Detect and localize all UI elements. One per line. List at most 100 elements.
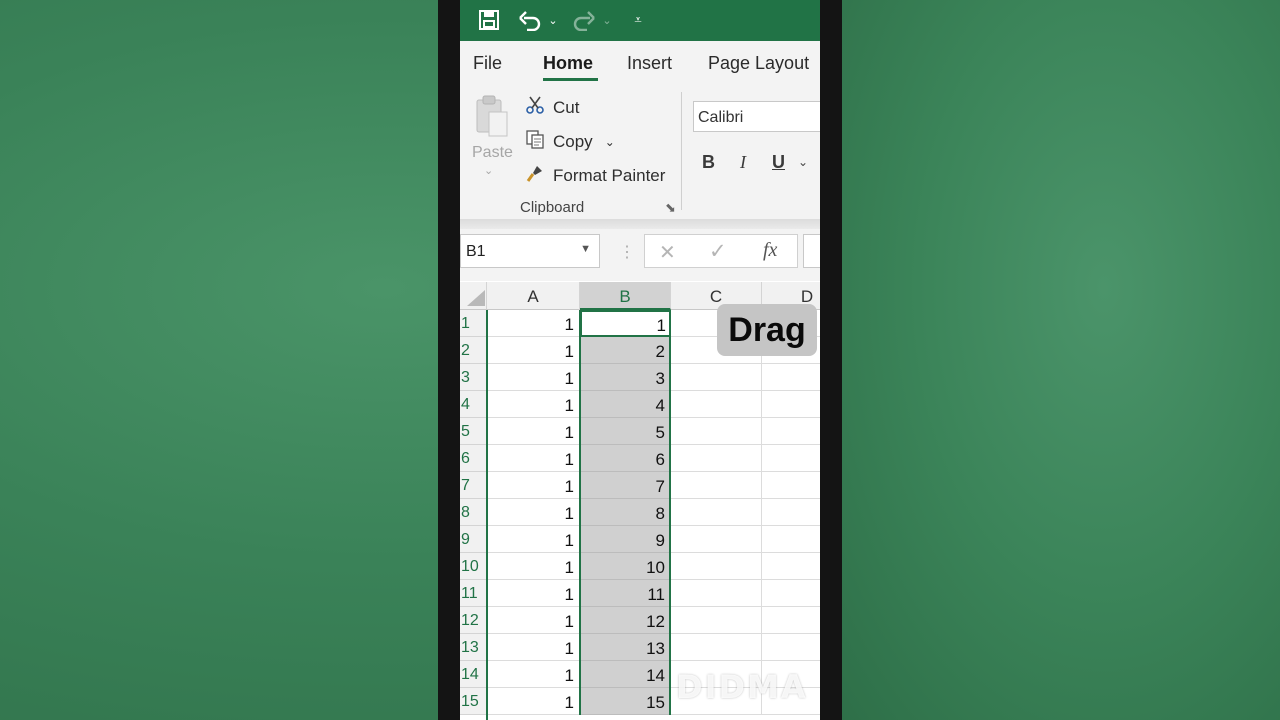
cell-c[interactable] xyxy=(671,445,762,472)
row-header[interactable]: 12 xyxy=(460,607,487,634)
enter-icon[interactable]: ✓ xyxy=(709,239,727,264)
cell-d[interactable] xyxy=(762,418,820,445)
row-header[interactable]: 6 xyxy=(460,445,487,472)
underline-button[interactable]: U xyxy=(772,152,785,173)
paste-label: Paste xyxy=(472,144,513,161)
cell-b[interactable]: 12 xyxy=(580,607,671,634)
name-box[interactable]: B1 ▼ xyxy=(460,234,600,268)
copy-button[interactable]: Copy ⌄ xyxy=(525,129,615,154)
format-painter-button[interactable]: Format Painter xyxy=(525,163,665,188)
cell-b[interactable]: 10 xyxy=(580,553,671,580)
cell-a[interactable]: 1 xyxy=(487,364,580,391)
cell-a[interactable]: 1 xyxy=(487,553,580,580)
column-header-a[interactable]: A xyxy=(487,282,580,310)
row-header[interactable]: 1 xyxy=(460,310,487,337)
cell-a[interactable]: 1 xyxy=(487,418,580,445)
cell-d[interactable] xyxy=(762,499,820,526)
row-header[interactable]: 5 xyxy=(460,418,487,445)
cell-c[interactable] xyxy=(671,364,762,391)
cell-a[interactable]: 1 xyxy=(487,499,580,526)
cell-b[interactable]: 9 xyxy=(580,526,671,553)
cell-a[interactable]: 1 xyxy=(487,580,580,607)
undo-dropdown-icon[interactable]: ⌄ xyxy=(546,6,560,34)
cell-a[interactable]: 1 xyxy=(487,310,580,337)
row-header[interactable]: 7 xyxy=(460,472,487,499)
cell-c[interactable] xyxy=(671,418,762,445)
tab-home[interactable]: Home xyxy=(543,53,593,74)
paste-button[interactable]: Paste ⌄ xyxy=(470,92,513,184)
cell-a[interactable]: 1 xyxy=(487,607,580,634)
table-row: 717 xyxy=(460,472,820,499)
cell-d[interactable] xyxy=(762,526,820,553)
italic-button[interactable]: I xyxy=(740,152,746,173)
cell-d[interactable] xyxy=(762,445,820,472)
cell-d[interactable] xyxy=(762,391,820,418)
bold-button[interactable]: B xyxy=(702,152,715,173)
cell-b[interactable]: 7 xyxy=(580,472,671,499)
row-header[interactable]: 9 xyxy=(460,526,487,553)
cell-c[interactable] xyxy=(671,472,762,499)
column-header-b[interactable]: B xyxy=(580,282,671,310)
copy-dropdown-icon[interactable]: ⌄ xyxy=(605,135,615,149)
cell-d[interactable] xyxy=(762,472,820,499)
cell-a[interactable]: 1 xyxy=(487,688,580,715)
row-header[interactable]: 3 xyxy=(460,364,487,391)
cell-b[interactable]: 8 xyxy=(580,499,671,526)
cell-b[interactable]: 11 xyxy=(580,580,671,607)
row-header[interactable]: 10 xyxy=(460,553,487,580)
cut-button[interactable]: Cut xyxy=(525,95,579,120)
font-name-input[interactable]: Calibri xyxy=(693,101,820,132)
row-header[interactable]: 11 xyxy=(460,580,487,607)
cell-c[interactable] xyxy=(671,499,762,526)
cell-a[interactable]: 1 xyxy=(487,661,580,688)
cell-a[interactable]: 1 xyxy=(487,634,580,661)
cell-b[interactable]: 14 xyxy=(580,661,671,688)
cell-a[interactable]: 1 xyxy=(487,445,580,472)
row-header[interactable]: 8 xyxy=(460,499,487,526)
save-icon[interactable] xyxy=(476,6,502,34)
cell-d[interactable] xyxy=(762,580,820,607)
row-header[interactable]: 4 xyxy=(460,391,487,418)
cell-c[interactable] xyxy=(671,634,762,661)
tab-page-layout[interactable]: Page Layout xyxy=(708,53,809,74)
cell-c[interactable] xyxy=(671,580,762,607)
tab-file[interactable]: File xyxy=(473,53,502,74)
cell-b[interactable]: 5 xyxy=(580,418,671,445)
redo-dropdown-icon[interactable]: ⌄ xyxy=(600,6,614,34)
cell-b[interactable]: 2 xyxy=(580,337,671,364)
cell-b[interactable]: 13 xyxy=(580,634,671,661)
paste-dropdown-icon[interactable]: ⌄ xyxy=(484,164,493,177)
cell-d[interactable] xyxy=(762,634,820,661)
row-header[interactable]: 2 xyxy=(460,337,487,364)
cell-c[interactable] xyxy=(671,526,762,553)
cell-a[interactable]: 1 xyxy=(487,337,580,364)
cell-b[interactable]: 15 xyxy=(580,688,671,715)
cell-a[interactable]: 1 xyxy=(487,526,580,553)
name-box-dropdown-icon[interactable]: ▼ xyxy=(580,243,591,255)
cell-d[interactable] xyxy=(762,607,820,634)
customize-icon[interactable]: ⩡ xyxy=(630,6,646,34)
tab-insert[interactable]: Insert xyxy=(627,53,672,74)
active-cell-b1[interactable]: 1 xyxy=(580,310,671,337)
cancel-icon[interactable]: ✕ xyxy=(659,240,676,265)
cell-a[interactable]: 1 xyxy=(487,472,580,499)
cell-b[interactable]: 4 xyxy=(580,391,671,418)
cell-d[interactable] xyxy=(762,364,820,391)
redo-icon[interactable] xyxy=(570,6,598,34)
cell-d[interactable] xyxy=(762,553,820,580)
cell-c[interactable] xyxy=(671,553,762,580)
formula-input[interactable] xyxy=(803,234,820,268)
cell-c[interactable] xyxy=(671,607,762,634)
undo-icon[interactable] xyxy=(516,6,544,34)
row-header[interactable]: 14 xyxy=(460,661,487,688)
insert-function-button[interactable]: fx xyxy=(763,239,777,262)
row-header[interactable]: 13 xyxy=(460,634,487,661)
select-all-button[interactable] xyxy=(460,282,487,310)
row-header[interactable]: 15 xyxy=(460,688,487,715)
cell-c[interactable] xyxy=(671,391,762,418)
cell-b[interactable]: 6 xyxy=(580,445,671,472)
underline-dropdown-icon[interactable]: ⌄ xyxy=(798,155,808,169)
cell-a[interactable]: 1 xyxy=(487,391,580,418)
cell-b[interactable]: 3 xyxy=(580,364,671,391)
dialog-launcher-icon[interactable]: ⬊ xyxy=(665,200,676,216)
